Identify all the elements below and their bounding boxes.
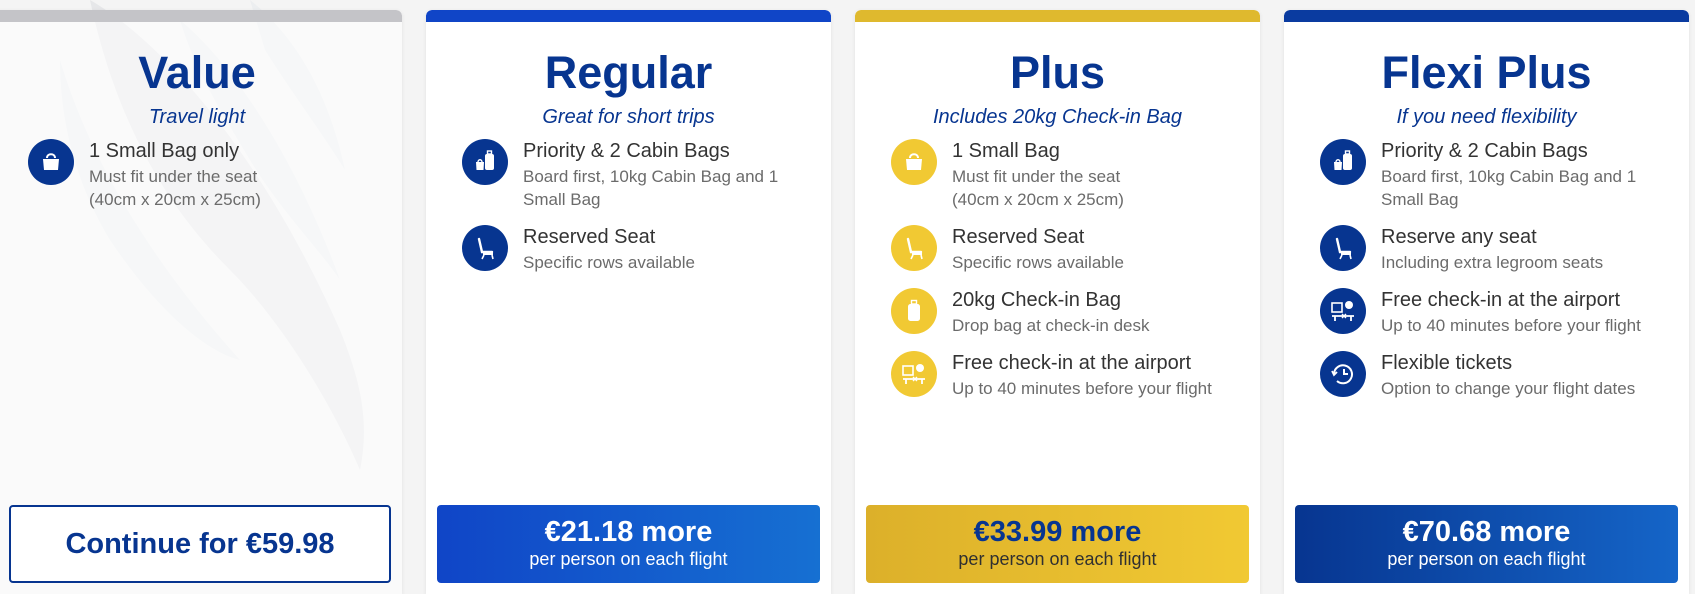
feature-title: 1 Small Bag only <box>89 140 240 162</box>
fare-card-flexi-plus: Flexi Plus If you need flexibility Prior… <box>1284 10 1689 594</box>
seat-icon <box>891 225 937 271</box>
feature-description: Board first, 10kg Cabin Bag and 1 Small … <box>1381 167 1637 209</box>
fare-card-top-bar <box>855 10 1260 22</box>
continue-value-label: Continue for €59.98 <box>65 528 335 560</box>
feature-title: 1 Small Bag <box>952 140 1060 162</box>
fare-subtitle: Travel light <box>148 106 246 128</box>
flexi-plus-price: €70.68 more <box>1402 516 1571 548</box>
plus-price: €33.99 more <box>973 516 1142 548</box>
feature-item: 20kg Check-in Bag Drop bag at check-in d… <box>891 288 1250 348</box>
fare-card-top-bar <box>426 10 831 22</box>
regular-price: €21.18 more <box>544 516 713 548</box>
fare-card-value: Value Travel light 1 Small Bag only Must… <box>0 10 402 594</box>
feature-title: Reserved Seat <box>523 226 656 248</box>
checkin-desk-icon <box>891 351 937 397</box>
feature-item: Reserved Seat Specific rows available <box>462 225 821 285</box>
feature-description: Drop bag at check-in desk <box>952 316 1150 335</box>
fare-card-top-bar <box>1284 10 1689 22</box>
seat-icon <box>462 225 508 271</box>
fare-title: Flexi Plus <box>1381 47 1592 98</box>
feature-item: Free check-in at the airport Up to 40 mi… <box>891 351 1250 411</box>
fare-title: Regular <box>544 47 713 98</box>
select-regular-button[interactable]: €21.18 more per person on each flight <box>437 505 820 583</box>
feature-title: Priority & 2 Cabin Bags <box>1381 140 1588 162</box>
feature-description: Must fit under the seat (40cm x 20cm x 2… <box>89 167 261 209</box>
feature-item: Flexible tickets Option to change your f… <box>1320 351 1679 411</box>
fare-card-plus: Plus Includes 20kg Check-in Bag 1 Small … <box>855 10 1260 594</box>
feature-item: Reserve any seat Including extra legroom… <box>1320 225 1679 285</box>
feature-item: Priority & 2 Cabin Bags Board first, 10k… <box>462 139 821 209</box>
fare-subtitle: Great for short trips <box>542 106 715 128</box>
feature-description: Specific rows available <box>523 253 695 272</box>
fare-title: Value <box>138 47 256 98</box>
suitcase-icon <box>891 288 937 334</box>
feature-description: Specific rows available <box>952 253 1124 272</box>
feature-description: Must fit under the seat (40cm x 20cm x 2… <box>952 167 1124 209</box>
seat-icon <box>1320 225 1366 271</box>
feature-description: Up to 40 minutes before your flight <box>952 379 1212 398</box>
regular-price-note: per person on each flight <box>529 549 728 569</box>
feature-item: Reserved Seat Specific rows available <box>891 225 1250 285</box>
cabin-bags-icon <box>1320 139 1366 185</box>
feature-item: 1 Small Bag only Must fit under the seat… <box>28 139 392 209</box>
small-bag-icon <box>28 139 74 185</box>
fare-cards: Value Travel light 1 Small Bag only Must… <box>0 0 1695 594</box>
continue-value-button[interactable]: Continue for €59.98 <box>9 505 391 583</box>
plus-price-note: per person on each flight <box>958 549 1157 569</box>
feature-title: Free check-in at the airport <box>952 352 1191 374</box>
fare-title: Plus <box>1009 47 1106 98</box>
select-flexi-plus-button[interactable]: €70.68 more per person on each flight <box>1295 505 1678 583</box>
feature-title: Priority & 2 Cabin Bags <box>523 140 730 162</box>
flexi-plus-price-note: per person on each flight <box>1387 549 1586 569</box>
cabin-bags-icon <box>462 139 508 185</box>
feature-title: Flexible tickets <box>1381 352 1513 374</box>
feature-title: 20kg Check-in Bag <box>952 289 1121 311</box>
fare-card-top-bar <box>0 10 402 22</box>
feature-description: Board first, 10kg Cabin Bag and 1 Small … <box>523 167 779 209</box>
feature-title: Reserved Seat <box>952 226 1085 248</box>
feature-title: Free check-in at the airport <box>1381 289 1620 311</box>
feature-item: 1 Small Bag Must fit under the seat (40c… <box>891 139 1250 209</box>
flexible-ticket-icon <box>1320 351 1366 397</box>
feature-description: Including extra legroom seats <box>1381 253 1604 272</box>
fare-card-regular: Regular Great for short trips Priority &… <box>426 10 831 594</box>
feature-description: Up to 40 minutes before your flight <box>1381 316 1641 335</box>
checkin-desk-icon <box>1320 288 1366 334</box>
select-plus-button[interactable]: €33.99 more per person on each flight <box>866 505 1249 583</box>
small-bag-icon <box>891 139 937 185</box>
feature-item: Free check-in at the airport Up to 40 mi… <box>1320 288 1679 348</box>
fare-subtitle: If you need flexibility <box>1396 106 1577 128</box>
fare-subtitle: Includes 20kg Check-in Bag <box>932 106 1183 128</box>
feature-description: Option to change your flight dates <box>1381 379 1636 398</box>
feature-title: Reserve any seat <box>1381 226 1537 248</box>
feature-item: Priority & 2 Cabin Bags Board first, 10k… <box>1320 139 1679 209</box>
